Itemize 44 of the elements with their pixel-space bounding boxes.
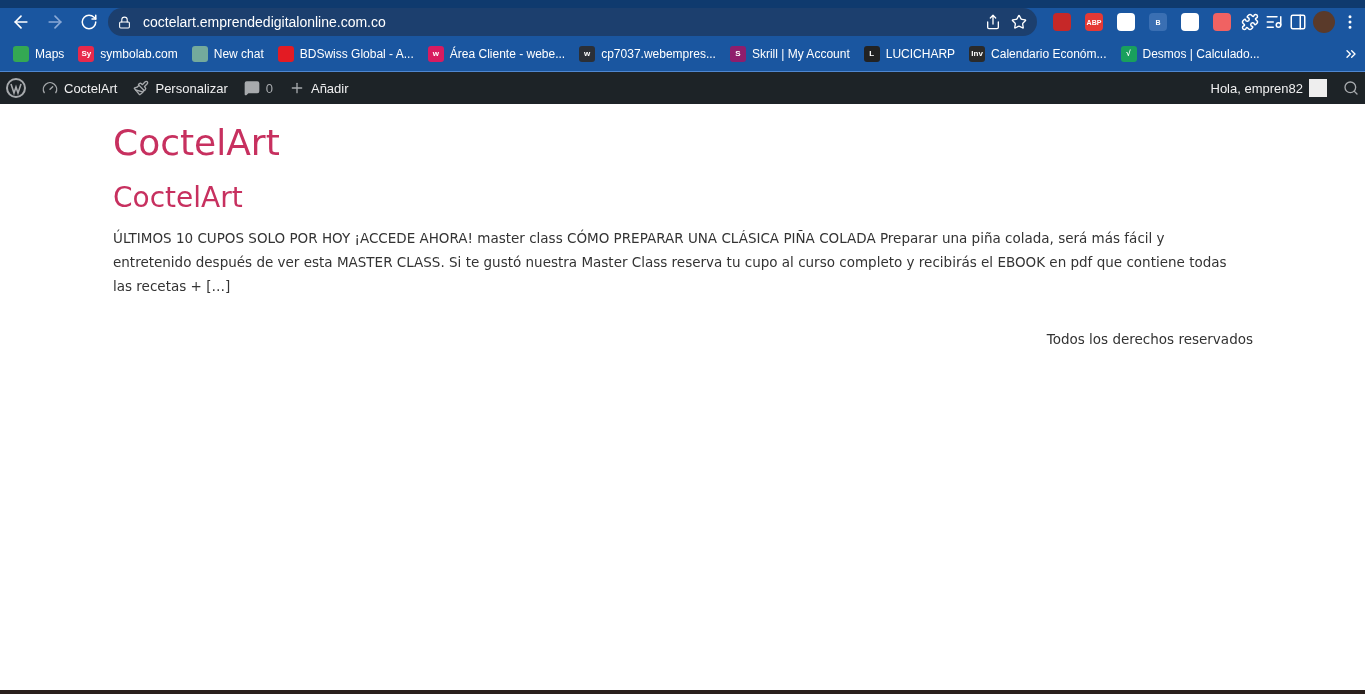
bookmark[interactable]: Maps bbox=[6, 41, 72, 66]
address-bar[interactable]: coctelart.emprendedigitalonline.com.co bbox=[108, 8, 1037, 36]
search-icon[interactable] bbox=[1343, 80, 1359, 96]
extension-icon[interactable] bbox=[1117, 13, 1135, 31]
reload-icon bbox=[80, 13, 98, 31]
site-icon: L bbox=[863, 45, 880, 62]
new-link[interactable]: Añadir bbox=[288, 80, 349, 96]
avatar-placeholder bbox=[1309, 79, 1327, 97]
wordpress-logo-icon[interactable] bbox=[6, 78, 26, 98]
side-panel-icon[interactable] bbox=[1289, 13, 1307, 31]
speech-bubble-icon bbox=[243, 80, 260, 96]
site-icon: Sy bbox=[78, 45, 95, 62]
bookmark[interactable]: BDSwiss Global - A... bbox=[270, 41, 421, 66]
extension-icon[interactable] bbox=[1181, 13, 1199, 31]
url-field[interactable]: coctelart.emprendedigitalonline.com.co bbox=[141, 13, 975, 31]
footer-text: Todos los derechos reservados bbox=[1045, 331, 1253, 347]
post-excerpt: ÚLTIMOS 10 CUPOS SOLO POR HOY ¡ACCEDE AHORA! master class CÓMO PREPARAR UNA CLÁSICA PIÑA COLADA Preparar una piña colada, será más fácil y entretenido después de ver esta MASTER CLASS. Si te gustó nuestra Master Class reserva tu cupo al curso completo y recibirás el EBOOK en pdf que contiene todas las recetas + […] bbox=[113, 228, 1228, 296]
site-icon: √ bbox=[1120, 45, 1137, 62]
site-title[interactable]: CoctelArt bbox=[113, 122, 280, 163]
share-icon[interactable] bbox=[985, 14, 1001, 30]
site-icon: w bbox=[579, 45, 596, 62]
bookmark[interactable]: √ Desmos | Calculado... bbox=[1113, 41, 1267, 66]
bookmark[interactable]: New chat bbox=[184, 41, 271, 66]
bookmark[interactable]: Sy symbolab.com bbox=[71, 41, 185, 66]
site-icon: Inv bbox=[969, 45, 986, 62]
bookmark[interactable]: w cp7037.webempres... bbox=[572, 41, 723, 66]
bookmark[interactable]: L LUCICHARP bbox=[856, 41, 963, 66]
account-link[interactable]: Hola, empren82 bbox=[1210, 79, 1327, 97]
bookmark[interactable]: S Skrill | My Account bbox=[722, 41, 857, 66]
bookmark[interactable]: w Área Cliente - webe... bbox=[420, 41, 573, 66]
customize-link[interactable]: Personalizar bbox=[133, 80, 228, 96]
site-link[interactable]: CoctelArt bbox=[42, 80, 118, 96]
brush-icon bbox=[133, 80, 150, 96]
site-icon: w bbox=[427, 45, 444, 62]
dashboard-icon bbox=[42, 80, 58, 96]
comments-link[interactable]: 0 bbox=[243, 80, 273, 96]
bookmark-star-icon[interactable] bbox=[1011, 14, 1027, 30]
media-icon[interactable] bbox=[1265, 13, 1283, 31]
lock-icon bbox=[118, 15, 131, 29]
extensions-icon[interactable] bbox=[1241, 13, 1259, 31]
site-icon: S bbox=[729, 45, 746, 62]
post-title[interactable]: CoctelArt bbox=[113, 181, 1253, 214]
bookmark[interactable]: Inv Calendario Económ... bbox=[962, 41, 1114, 66]
comment-count: 0 bbox=[265, 80, 273, 96]
